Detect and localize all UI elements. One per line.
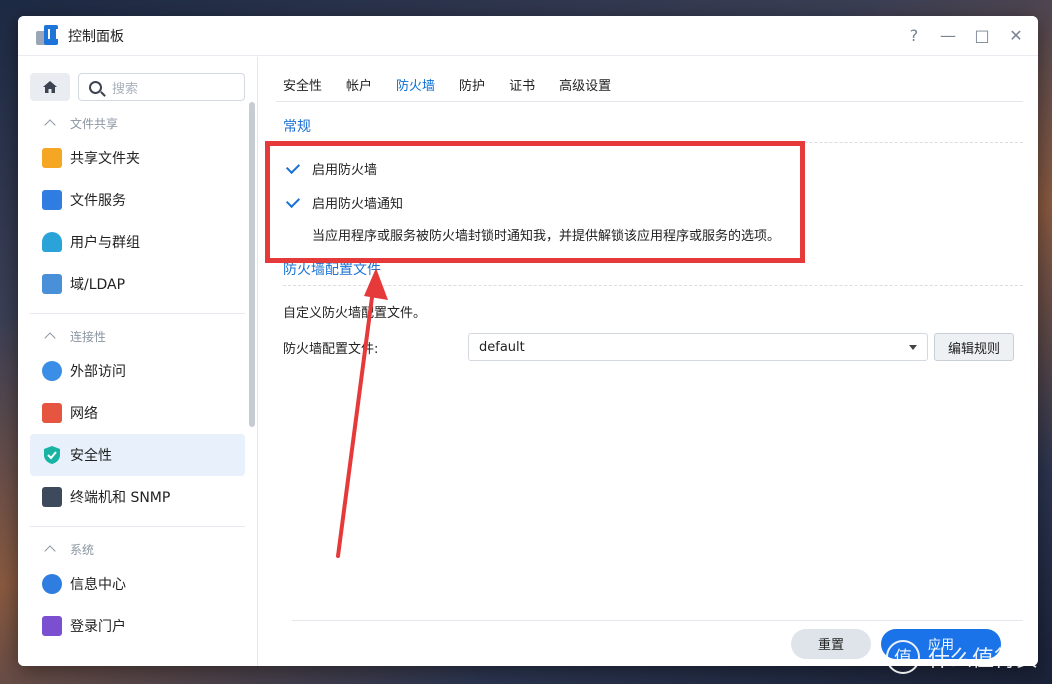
maximize-icon[interactable]: □ (974, 26, 990, 45)
terminal-icon (42, 487, 62, 507)
sidebar-item-file-services[interactable]: 文件服务 (30, 179, 245, 221)
home-icon (43, 81, 57, 93)
sidebar: 搜索 文件共享 共享文件夹 文件服务 用户与群组 域/LDAP 连接性 外部访问 (18, 57, 258, 666)
sidebar-item-login-portal[interactable]: 登录门户 (30, 605, 245, 647)
tab-protection[interactable]: 防护 (459, 75, 485, 102)
sidebar-scrollbar[interactable] (249, 102, 255, 427)
login-portal-icon (42, 616, 62, 636)
watermark-logo: 值 (885, 640, 920, 674)
search-placeholder: 搜索 (112, 81, 139, 97)
divider (30, 526, 245, 527)
close-icon[interactable]: ✕ (1008, 26, 1024, 45)
profile-label: 防火墙配置文件: (283, 341, 379, 357)
tab-firewall[interactable]: 防火墙 (396, 75, 435, 102)
checkmark-icon (286, 194, 302, 210)
checkmark-icon (286, 160, 302, 176)
sidebar-item-domain-ldap[interactable]: 域/LDAP (30, 263, 245, 305)
tab-advanced[interactable]: 高级设置 (559, 75, 611, 102)
search-input[interactable]: 搜索 (78, 73, 245, 101)
minimize-icon[interactable]: — (940, 26, 956, 45)
edit-rules-button[interactable]: 编辑规则 (934, 333, 1015, 361)
chevron-up-icon (44, 332, 56, 344)
sidebar-item-terminal-snmp[interactable]: 终端机和 SNMP (30, 476, 245, 518)
main-panel: 安全性 帐户 防火墙 防护 证书 高级设置 常规 启用防火墙 启用防火墙通知 当… (276, 57, 1038, 666)
enable-notify-checkbox[interactable]: 启用防火墙通知 (276, 185, 1038, 219)
chevron-up-icon (44, 119, 56, 131)
title-bar: 控制面板 ? — □ ✕ (18, 16, 1038, 56)
tab-account[interactable]: 帐户 (346, 75, 372, 102)
section-title-profile: 防火墙配置文件 (283, 259, 1023, 286)
profile-select[interactable]: default (468, 333, 928, 361)
domain-ldap-icon (42, 274, 62, 294)
notify-description: 当应用程序或服务被防火墙封锁时通知我，并提供解锁该应用程序或服务的选项。 (312, 229, 781, 244)
sidebar-item-network[interactable]: 网络 (30, 392, 245, 434)
tab-security[interactable]: 安全性 (283, 75, 322, 102)
users-icon (42, 232, 62, 252)
search-icon (89, 80, 102, 94)
reset-button[interactable]: 重置 (791, 628, 871, 659)
home-button[interactable] (30, 73, 70, 101)
watermark-text: 什么值得买 (927, 647, 1038, 672)
profile-select-value: default (479, 339, 525, 355)
tab-certificate[interactable]: 证书 (509, 75, 535, 102)
folder-icon (42, 148, 62, 168)
caret-down-icon (909, 344, 917, 350)
chevron-up-icon (44, 545, 56, 557)
shield-icon (42, 445, 62, 465)
watermark: 值 什么值得买 (885, 640, 1038, 674)
section-title-general: 常规 (283, 116, 1023, 143)
sidebar-item-info-center[interactable]: 信息中心 (30, 563, 245, 605)
sidebar-item-external-access[interactable]: 外部访问 (30, 350, 245, 392)
file-services-icon (42, 190, 62, 210)
profile-description: 自定义防火墙配置文件。 (283, 306, 427, 321)
external-access-icon (42, 361, 62, 381)
window-title: 控制面板 (68, 28, 124, 45)
network-house-icon (42, 403, 62, 423)
control-panel-icon (36, 24, 58, 47)
group-header-system[interactable]: 系统 (18, 535, 257, 563)
info-icon (42, 574, 62, 594)
sidebar-item-shared-folder[interactable]: 共享文件夹 (30, 137, 245, 179)
sidebar-item-users-groups[interactable]: 用户与群组 (30, 221, 245, 263)
divider (30, 313, 245, 314)
tab-bar: 安全性 帐户 防火墙 防护 证书 高级设置 (276, 57, 1023, 102)
sidebar-item-security[interactable]: 安全性 (30, 434, 245, 476)
group-header-file-sharing[interactable]: 文件共享 (18, 109, 257, 137)
group-header-connectivity[interactable]: 连接性 (18, 322, 257, 350)
help-icon[interactable]: ? (906, 26, 922, 45)
control-panel-window: 控制面板 ? — □ ✕ 搜索 文件共享 共享文件夹 文件服务 用户与群组 域/… (18, 16, 1038, 666)
enable-firewall-checkbox[interactable]: 启用防火墙 (276, 151, 1038, 185)
